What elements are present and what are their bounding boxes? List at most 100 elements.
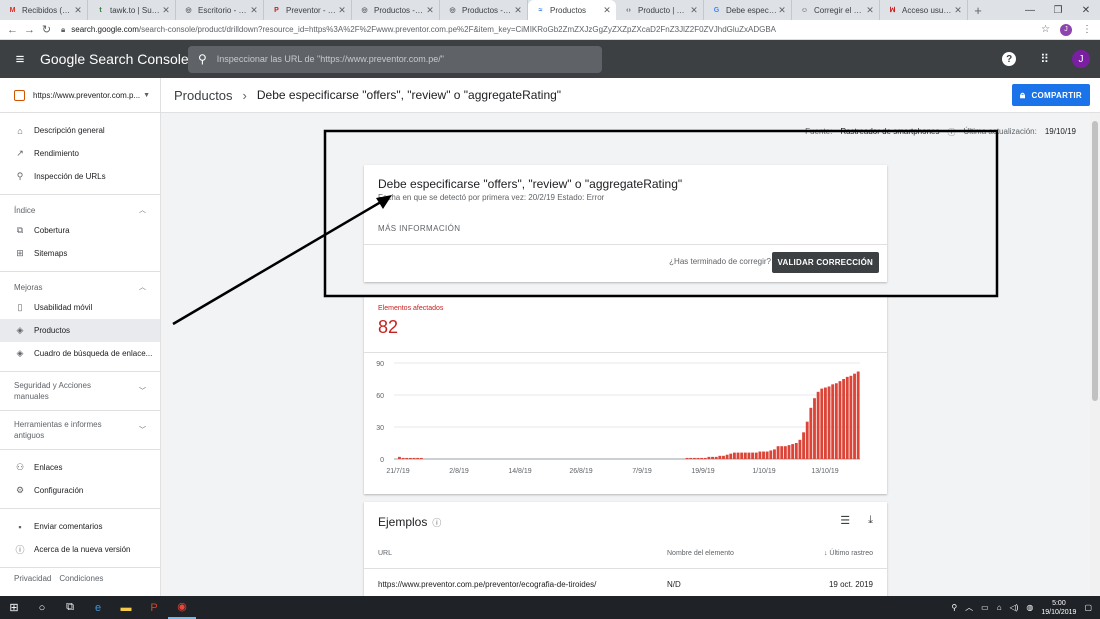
browser-tab[interactable]: t tawk.to | Superv✕ bbox=[88, 0, 176, 20]
people-icon[interactable]: ⚲ bbox=[951, 603, 957, 612]
col-last-crawl[interactable]: ↓ Último rastreo bbox=[824, 550, 873, 557]
section-mejoras[interactable]: Mejoras ︿ bbox=[0, 278, 160, 296]
page-scrollbar[interactable] bbox=[1090, 113, 1100, 596]
close-tab-icon[interactable]: ✕ bbox=[602, 5, 612, 16]
close-tab-icon[interactable]: ✕ bbox=[777, 5, 787, 16]
language-icon[interactable]: ◍ bbox=[1026, 603, 1033, 612]
privacy-link[interactable]: Privacidad bbox=[14, 574, 51, 583]
cortana-search-icon[interactable]: ○ bbox=[28, 596, 56, 619]
affected-label[interactable]: Elementos afectados bbox=[378, 305, 443, 312]
bar bbox=[751, 452, 755, 459]
close-tab-icon[interactable]: ✕ bbox=[337, 5, 347, 16]
sidebar-item[interactable]: ⌂ Descripción general bbox=[0, 119, 160, 142]
browser-tab[interactable]: ☺ Corregir el nuev✕ bbox=[792, 0, 880, 20]
bar bbox=[401, 457, 405, 459]
sidebar-item[interactable]: ⓘ Acerca de la nueva versión bbox=[0, 538, 160, 561]
download-icon[interactable]: ⤓ bbox=[868, 514, 873, 527]
section-legacy[interactable]: Herramientas e informes antiguos ﹀ bbox=[0, 417, 160, 443]
volume-icon[interactable]: ◁) bbox=[1010, 603, 1019, 612]
powerpoint-icon[interactable]: P bbox=[140, 596, 168, 619]
browser-tab[interactable]: ≈ Productos ✕ bbox=[528, 0, 616, 20]
close-tab-icon[interactable]: ✕ bbox=[513, 5, 523, 16]
scrollbar-thumb[interactable] bbox=[1092, 121, 1098, 401]
restore-icon[interactable]: ❐ bbox=[1044, 0, 1072, 20]
new-tab-icon[interactable]: + bbox=[968, 0, 988, 20]
section-index[interactable]: Índice ︿ bbox=[0, 201, 160, 219]
bookmark-star-icon[interactable]: ☆ bbox=[1041, 24, 1050, 35]
page-header: Productos › Debe especificarse "offers",… bbox=[161, 78, 1100, 113]
notifications-icon[interactable]: ▢ bbox=[1084, 603, 1092, 612]
validate-fix-button[interactable]: VALIDAR CORRECCIÓN bbox=[771, 252, 879, 273]
close-tab-icon[interactable]: ✕ bbox=[425, 5, 435, 16]
sidebar-item[interactable]: ⧉ Cobertura bbox=[0, 219, 160, 242]
property-selector[interactable]: https://www.preventor.com.p... ▼ bbox=[0, 78, 160, 113]
browser-tab[interactable]: ‹› Producto | Búsq✕ bbox=[616, 0, 704, 20]
sidebar-item[interactable]: ⚲ Inspección de URLs bbox=[0, 165, 160, 188]
bar bbox=[780, 446, 784, 459]
account-avatar[interactable]: J bbox=[1072, 50, 1090, 68]
section-security[interactable]: Seguridad y Acciones manuales ﹀ bbox=[0, 378, 160, 404]
close-window-icon[interactable]: ✕ bbox=[1072, 0, 1100, 20]
reload-icon[interactable]: ↻ bbox=[38, 23, 55, 36]
close-tab-icon[interactable]: ✕ bbox=[73, 5, 83, 16]
page-title: Debe especificarse "offers", "review" o … bbox=[256, 88, 562, 102]
chevron-up-icon: ︿ bbox=[139, 207, 146, 214]
filter-icon[interactable]: ☰ bbox=[840, 514, 850, 527]
browser-menu-icon[interactable]: ⋮ bbox=[1082, 24, 1092, 35]
sidebar-item[interactable]: ⚙ Configuración bbox=[0, 479, 160, 502]
info-icon[interactable]: ⓘ bbox=[432, 518, 441, 528]
windows-start-icon[interactable]: ⊞ bbox=[0, 596, 28, 619]
sidebar-item[interactable]: ↗ Rendimiento bbox=[0, 142, 160, 165]
row-name: N/D bbox=[667, 580, 681, 589]
help-icon[interactable]: ? bbox=[1002, 52, 1017, 66]
browser-tab[interactable]: P Preventor - PREV✕ bbox=[264, 0, 352, 20]
close-tab-icon[interactable]: ✕ bbox=[865, 5, 875, 16]
file-explorer-icon[interactable]: ▬ bbox=[112, 596, 140, 619]
clock[interactable]: 5:00 19/10/2019 bbox=[1041, 599, 1076, 617]
breadcrumb-parent[interactable]: Productos bbox=[174, 88, 233, 103]
browser-tab[interactable]: ◎ Productos - PREV✕ bbox=[440, 0, 528, 20]
browser-tab[interactable]: ◎ Escritorio - PREV✕ bbox=[176, 0, 264, 20]
sidebar-item[interactable]: ▪ Enviar comentarios bbox=[0, 515, 160, 538]
bar bbox=[783, 446, 787, 459]
minimize-icon[interactable]: — bbox=[1016, 0, 1044, 20]
back-icon[interactable]: ← bbox=[4, 24, 21, 36]
sidebar-item[interactable]: ▯ Usabilidad móvil bbox=[0, 296, 160, 319]
close-tab-icon[interactable]: ✕ bbox=[249, 5, 259, 16]
chrome-icon[interactable]: ◉ bbox=[168, 596, 196, 619]
browser-tab[interactable]: G Debe especificar✕ bbox=[704, 0, 792, 20]
browser-tab[interactable]: M Recibidos (8.555✕ bbox=[0, 0, 88, 20]
share-button[interactable]: 🔒︎ COMPARTIR bbox=[1011, 84, 1090, 106]
browser-profile-avatar[interactable]: J bbox=[1060, 23, 1072, 36]
close-tab-icon[interactable]: ✕ bbox=[161, 5, 171, 16]
forward-icon[interactable]: → bbox=[21, 24, 38, 36]
network-icon[interactable]: ⌂ bbox=[997, 603, 1002, 612]
col-url: URL bbox=[378, 550, 393, 557]
address-bar[interactable]: 🔒︎ search.google.com/search-console/prod… bbox=[61, 22, 1041, 38]
terms-link[interactable]: Condiciones bbox=[59, 574, 103, 583]
sidebar-item[interactable]: ◈ Productos bbox=[0, 319, 160, 342]
edge-icon[interactable]: e bbox=[84, 596, 112, 619]
more-info-link[interactable]: MÁS INFORMACIÓN bbox=[378, 224, 460, 233]
sidebar-item[interactable]: ⚇ Enlaces bbox=[0, 456, 160, 479]
battery-icon[interactable]: ▭ bbox=[981, 603, 989, 612]
sidebar-item[interactable]: ◈ Cuadro de búsqueda de enlace... bbox=[0, 342, 160, 365]
menu-icon[interactable]: ≡ bbox=[0, 51, 40, 68]
close-tab-icon[interactable]: ✕ bbox=[689, 5, 699, 16]
browser-tab[interactable]: ꟽ Acceso usuarios✕ bbox=[880, 0, 968, 20]
y-tick-label: 60 bbox=[376, 393, 384, 400]
app-logo[interactable]: Google Search Console bbox=[40, 51, 189, 67]
browser-tab[interactable]: ◎ Productos - PREV✕ bbox=[352, 0, 440, 20]
bar bbox=[787, 445, 791, 459]
apps-grid-icon[interactable]: ⠿ bbox=[1040, 52, 1049, 66]
tray-chevron-icon[interactable]: ︿ bbox=[965, 602, 973, 613]
phone-icon: ▯ bbox=[17, 302, 23, 312]
main-content: Fuente: Rastreador de smartphones ⓘ Últi… bbox=[161, 113, 1090, 596]
sidebar-item[interactable]: ⊞ Sitemaps bbox=[0, 242, 160, 265]
tawk-icon: t bbox=[99, 6, 102, 14]
window-controls: — ❐ ✕ bbox=[1016, 0, 1100, 20]
task-view-icon[interactable]: ⧉ bbox=[56, 596, 84, 619]
close-tab-icon[interactable]: ✕ bbox=[953, 5, 963, 16]
url-inspection-search[interactable]: ⚲ Inspeccionar las URL de "https://www.p… bbox=[188, 45, 602, 73]
info-icon[interactable]: ⓘ bbox=[947, 127, 955, 138]
